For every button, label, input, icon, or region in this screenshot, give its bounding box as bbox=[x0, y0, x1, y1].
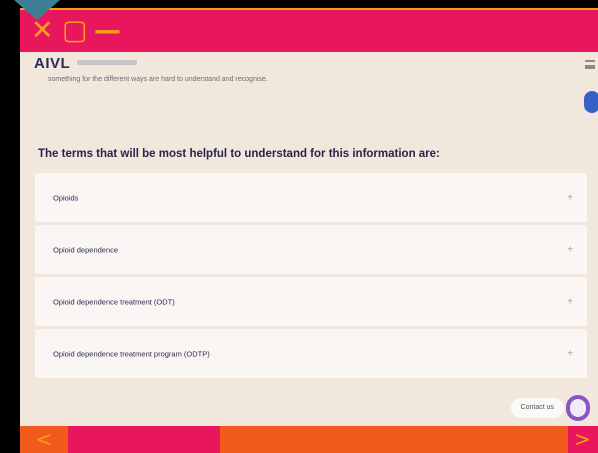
contact-us-button[interactable]: Contact us bbox=[510, 398, 564, 418]
accordion-item-label: Opioids bbox=[53, 193, 79, 202]
clipped-paragraph: something for the different ways are har… bbox=[48, 76, 268, 83]
terms-heading: The terms that will be most helpful to u… bbox=[38, 148, 440, 160]
progress-track-segment bbox=[220, 426, 568, 453]
plus-icon[interactable]: + bbox=[567, 348, 573, 359]
site-header: AIVL bbox=[20, 52, 598, 78]
minimize-icon[interactable]: — bbox=[94, 16, 121, 46]
accordion-item-odt[interactable]: Opioid dependence treatment (ODT) + bbox=[35, 277, 587, 326]
app-window: ✕ ▢ — AIVL something for the different w… bbox=[20, 8, 598, 453]
scroll-indicator[interactable] bbox=[584, 91, 598, 113]
chat-icon[interactable] bbox=[566, 395, 590, 421]
title-bar: ✕ ▢ — bbox=[20, 8, 598, 52]
menu-icon[interactable] bbox=[585, 60, 595, 69]
main-content: something for the different ways are har… bbox=[20, 76, 598, 426]
accordion-item-odtp[interactable]: Opioid dependence treatment program (ODT… bbox=[35, 329, 587, 378]
plus-icon[interactable]: + bbox=[567, 192, 573, 203]
previous-button[interactable]: < bbox=[20, 426, 68, 453]
accordion-item-label: Opioid dependence treatment (ODT) bbox=[53, 297, 175, 306]
navigation-bar: < > bbox=[20, 426, 598, 453]
corner-triangle-decoration bbox=[14, 0, 60, 20]
plus-icon[interactable]: + bbox=[567, 296, 573, 307]
terms-accordion: Opioids + Opioid dependence + Opioid dep… bbox=[35, 173, 587, 381]
aivl-logo[interactable]: AIVL bbox=[34, 55, 70, 72]
accordion-item-label: Opioid dependence treatment program (ODT… bbox=[53, 349, 210, 358]
plus-icon[interactable]: + bbox=[567, 244, 573, 255]
next-button[interactable]: > bbox=[574, 426, 598, 453]
close-icon[interactable]: ✕ bbox=[31, 16, 54, 46]
logo-tagline-mark bbox=[77, 60, 137, 65]
maximize-icon[interactable]: ▢ bbox=[62, 16, 88, 46]
accordion-item-label: Opioid dependence bbox=[53, 245, 119, 254]
accordion-item-opioid-dependence[interactable]: Opioid dependence + bbox=[35, 225, 587, 274]
screenshot-stage: ✕ ▢ — AIVL something for the different w… bbox=[0, 0, 598, 453]
accordion-item-opioids[interactable]: Opioids + bbox=[35, 173, 587, 222]
